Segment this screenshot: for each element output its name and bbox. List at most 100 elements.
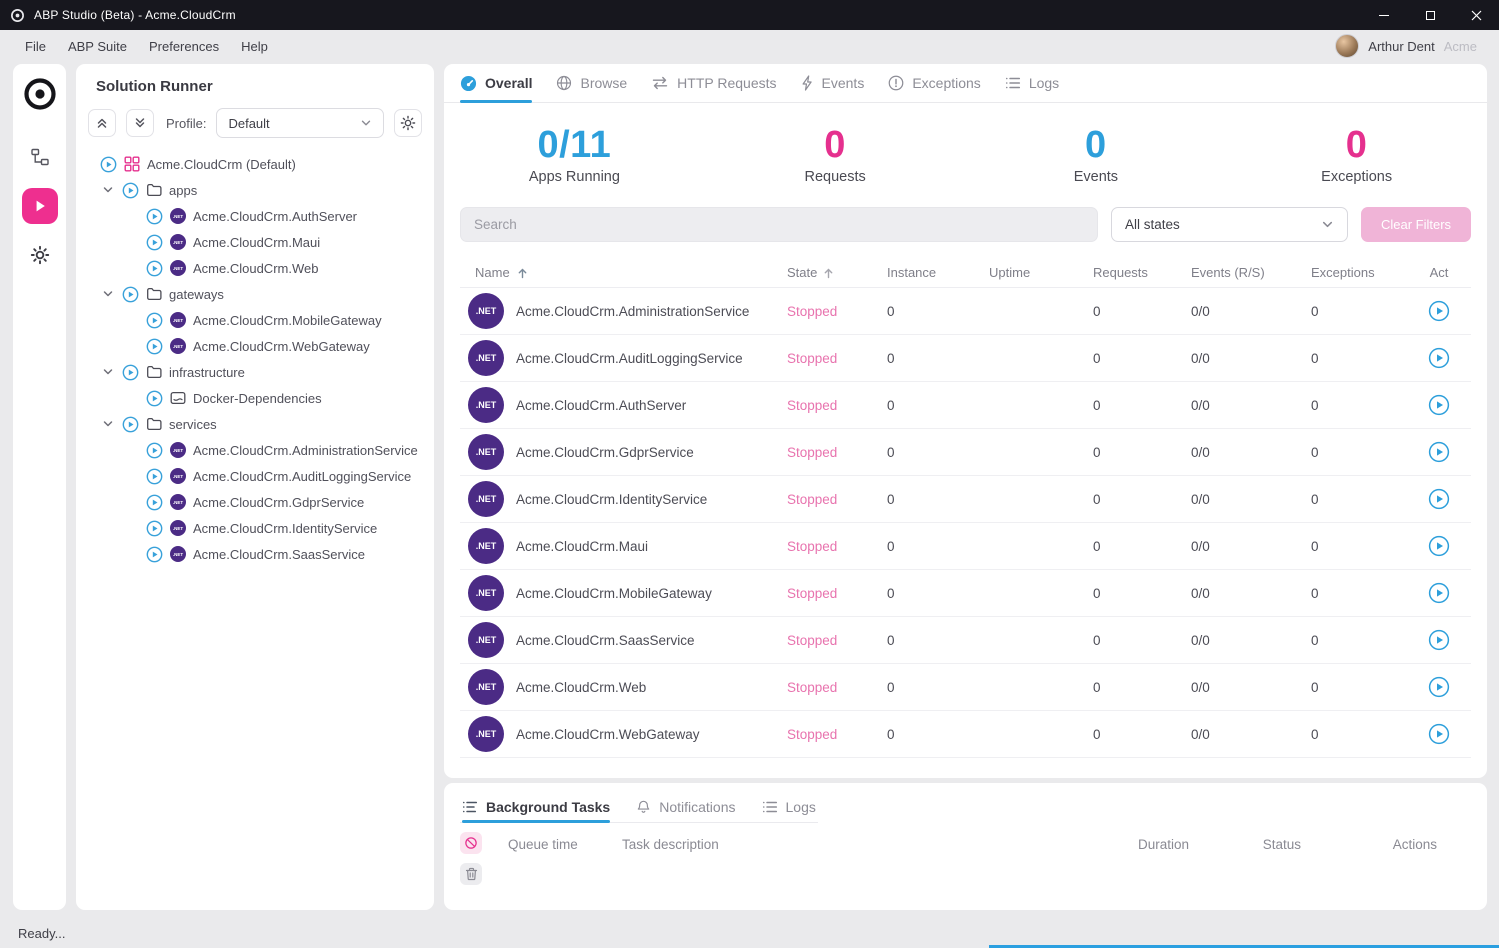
run-service-button[interactable] [1428,582,1450,604]
tab-browse[interactable]: Browse [556,64,627,102]
service-instance: 0 [887,492,989,507]
play-circle-icon[interactable] [122,286,139,303]
column-header-instance[interactable]: Instance [887,265,989,280]
run-service-button[interactable] [1428,676,1450,698]
swap-arrows-icon [651,76,669,90]
tree-item-root[interactable]: Acme.CloudCrm (Default) [88,151,422,177]
run-service-button[interactable] [1428,441,1450,463]
clear-tasks-button[interactable] [460,863,482,885]
play-circle-icon[interactable] [146,260,163,277]
play-circle-icon[interactable] [146,338,163,355]
play-circle-icon[interactable] [146,390,163,407]
main-tabs: Overall Browse HTTP Requests Events [444,64,1487,103]
search-input[interactable] [460,207,1098,242]
tree-item-package[interactable]: .NETAcme.CloudCrm.IdentityService [88,515,422,541]
column-header-state[interactable]: State [787,265,887,280]
user-avatar[interactable] [1335,34,1359,58]
close-button[interactable] [1453,0,1499,30]
profile-select[interactable]: Default [216,108,384,138]
tree-item-package[interactable]: .NETAcme.CloudCrm.AdministrationService [88,437,422,463]
play-circle-icon[interactable] [146,234,163,251]
tab-bottom-logs[interactable]: Logs [762,791,816,822]
tree-item-docker[interactable]: Docker-Dependencies [88,385,422,411]
solution-tree: Acme.CloudCrm (Default)apps.NETAcme.Clou… [88,151,422,567]
tree-item-folder[interactable]: apps [88,177,422,203]
user-name[interactable]: Arthur Dent [1368,39,1434,54]
tree-item-label: Acme.CloudCrm.AuthServer [193,209,357,224]
tree-item-folder[interactable]: infrastructure [88,359,422,385]
solution-runner-button[interactable] [22,188,58,224]
run-service-button[interactable] [1428,723,1450,745]
run-service-button[interactable] [1428,347,1450,369]
tree-item-package[interactable]: .NETAcme.CloudCrm.Web [88,255,422,281]
stat-requests: 0 Requests [705,123,966,185]
run-service-button[interactable] [1428,394,1450,416]
column-header-status: Status [1189,837,1301,852]
tab-notifications[interactable]: Notifications [636,791,735,822]
tree-item-package[interactable]: .NETAcme.CloudCrm.GdprService [88,489,422,515]
tab-events[interactable]: Events [801,64,865,102]
column-header-requests[interactable]: Requests [1093,265,1191,280]
play-circle-icon[interactable] [146,494,163,511]
tree-item-folder[interactable]: gateways [88,281,422,307]
play-circle-icon[interactable] [146,208,163,225]
play-circle-icon[interactable] [100,156,117,173]
play-circle-icon[interactable] [146,312,163,329]
play-circle-icon[interactable] [122,182,139,199]
play-circle-icon[interactable] [146,442,163,459]
column-header-uptime[interactable]: Uptime [989,265,1093,280]
play-circle-icon[interactable] [146,520,163,537]
tab-background-tasks[interactable]: Background Tasks [462,791,610,822]
chevron-down-icon[interactable] [101,417,115,431]
column-header-name[interactable]: Name [460,265,787,280]
column-header-exceptions[interactable]: Exceptions [1311,265,1407,280]
run-service-button[interactable] [1428,300,1450,322]
service-state: Stopped [787,633,887,648]
tree-item-package[interactable]: .NETAcme.CloudCrm.MobileGateway [88,307,422,333]
chevron-down-icon[interactable] [101,183,115,197]
play-circle-icon[interactable] [122,416,139,433]
play-circle-icon[interactable] [146,546,163,563]
tab-label: Overall [485,75,532,91]
cancel-tasks-button[interactable] [460,832,482,854]
service-exceptions: 0 [1311,351,1407,366]
menu-help[interactable]: Help [230,34,279,59]
chevron-down-icon[interactable] [101,365,115,379]
service-name-cell: .NETAcme.CloudCrm.AuditLoggingService [460,340,787,376]
play-circle-icon[interactable] [146,468,163,485]
tab-overall[interactable]: Overall [460,64,532,102]
service-row: .NETAcme.CloudCrm.AuditLoggingServiceSto… [460,335,1471,382]
tree-item-package[interactable]: .NETAcme.CloudCrm.AuthServer [88,203,422,229]
tree-item-package[interactable]: .NETAcme.CloudCrm.Maui [88,229,422,255]
play-circle-icon [1428,723,1450,745]
state-filter-select[interactable]: All states [1111,207,1348,242]
solution-explorer-button[interactable] [22,139,58,175]
tab-logs[interactable]: Logs [1005,64,1059,102]
run-service-button[interactable] [1428,488,1450,510]
runner-settings-button[interactable] [394,109,422,137]
minimize-button[interactable] [1361,0,1407,30]
tab-http-requests[interactable]: HTTP Requests [651,64,776,102]
service-actions-cell [1407,300,1471,322]
tree-item-package[interactable]: .NETAcme.CloudCrm.AuditLoggingService [88,463,422,489]
collapse-all-button[interactable] [88,109,116,137]
expand-all-button[interactable] [126,109,154,137]
chevron-down-icon[interactable] [101,287,115,301]
menu-file[interactable]: File [14,34,57,59]
play-circle-icon[interactable] [122,364,139,381]
menu-abp-suite[interactable]: ABP Suite [57,34,138,59]
profile-label: Profile: [166,116,206,131]
tree-item-folder[interactable]: services [88,411,422,437]
tab-exceptions[interactable]: Exceptions [888,64,980,102]
settings-button[interactable] [22,237,58,273]
service-name-cell: .NETAcme.CloudCrm.Web [460,669,787,705]
profile-select-value: Default [228,116,269,131]
clear-filters-button[interactable]: Clear Filters [1361,207,1471,242]
run-service-button[interactable] [1428,629,1450,651]
tree-item-package[interactable]: .NETAcme.CloudCrm.WebGateway [88,333,422,359]
menu-preferences[interactable]: Preferences [138,34,230,59]
maximize-button[interactable] [1407,0,1453,30]
run-service-button[interactable] [1428,535,1450,557]
tree-item-package[interactable]: .NETAcme.CloudCrm.SaasService [88,541,422,567]
column-header-events[interactable]: Events (R/S) [1191,265,1311,280]
